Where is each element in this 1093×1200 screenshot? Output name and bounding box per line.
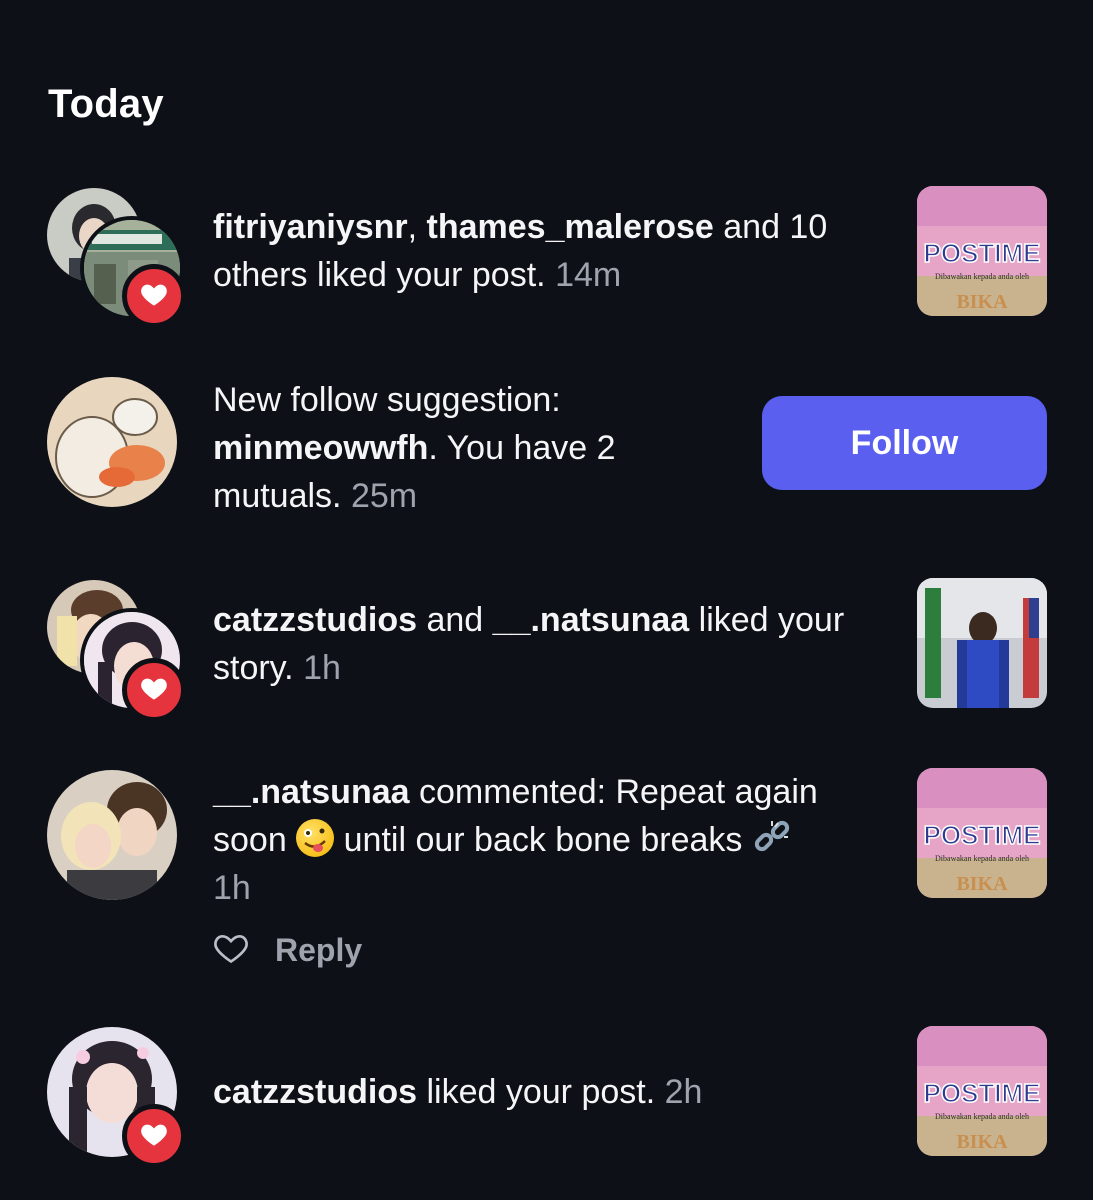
- username[interactable]: fitriyaniysnr: [213, 208, 408, 246]
- thumbnail-footer: BIKA: [956, 291, 1008, 313]
- follow-button[interactable]: Follow: [762, 396, 1047, 490]
- thumbnail-headline: POSTIME: [923, 820, 1040, 850]
- message-text: until our back bone breaks: [334, 821, 752, 859]
- section-title-today: Today: [48, 82, 164, 126]
- zany-face-emoji: [296, 819, 335, 857]
- heart-badge: [122, 264, 186, 328]
- thumbnail-footer: BIKA: [956, 873, 1008, 895]
- message-text: liked your post.: [417, 1073, 656, 1111]
- timestamp: 25m: [350, 477, 418, 515]
- avatar[interactable]: [47, 770, 177, 900]
- post-thumbnail[interactable]: POSTIME Dibawakan kepada anda oleh BIKA: [917, 186, 1047, 316]
- username[interactable]: catzzstudios: [213, 1073, 417, 1111]
- timestamp: 14m: [555, 256, 622, 294]
- thumbnail-headline: POSTIME: [923, 1078, 1040, 1108]
- message-text: and: [417, 601, 493, 639]
- comment-actions: Reply: [213, 922, 362, 978]
- notification-text: catzzstudios liked your post. 2h: [213, 1068, 893, 1116]
- heart-icon: [140, 675, 168, 706]
- heart-icon: [140, 1121, 168, 1152]
- notification-text: New follow suggestion: minmeowwfh. You h…: [213, 376, 693, 520]
- story-thumbnail[interactable]: [917, 578, 1047, 708]
- notification-text: fitriyaniysnr, thames_malerose and 10 ot…: [213, 203, 893, 299]
- post-thumbnail[interactable]: POSTIME Dibawakan kepada anda oleh BIKA: [917, 1026, 1047, 1156]
- heart-badge: [122, 658, 186, 722]
- username[interactable]: catzzstudios: [213, 601, 417, 639]
- thumbnail-footer: BIKA: [956, 1131, 1008, 1153]
- timestamp: 1h: [303, 649, 341, 687]
- notification-row[interactable]: catzzstudios and __.natsunaa liked your …: [0, 578, 1093, 722]
- message-text: New follow suggestion:: [213, 381, 561, 419]
- timestamp: 1h: [213, 869, 251, 907]
- thumbnail-subline: Dibawakan kepada anda oleh: [935, 272, 1029, 281]
- thumbnail-subline: Dibawakan kepada anda oleh: [935, 854, 1029, 863]
- heart-badge: [122, 1104, 186, 1168]
- post-thumbnail[interactable]: POSTIME Dibawakan kepada anda oleh BIKA: [917, 768, 1047, 898]
- separator-text: ,: [407, 208, 427, 246]
- username[interactable]: thames_malerose: [427, 208, 714, 246]
- thumbnail-headline: POSTIME: [923, 238, 1040, 268]
- broken-chain-emoji: [752, 817, 792, 857]
- heart-icon: [140, 281, 168, 312]
- notification-text: __.natsunaa commented: Repeat again soon…: [213, 768, 893, 912]
- username[interactable]: __.natsunaa: [213, 773, 410, 811]
- notification-row[interactable]: fitriyaniysnr, thames_malerose and 10 ot…: [0, 186, 1093, 328]
- avatar[interactable]: [47, 377, 177, 507]
- username[interactable]: __.natsunaa: [493, 601, 690, 639]
- reply-button[interactable]: Reply: [275, 932, 362, 969]
- username[interactable]: minmeowwfh: [213, 429, 428, 467]
- notification-row[interactable]: __.natsunaa commented: Repeat again soon…: [0, 768, 1093, 988]
- notification-row[interactable]: catzzstudios liked your post. 2h POSTIME…: [0, 1026, 1093, 1168]
- timestamp: 2h: [664, 1073, 703, 1111]
- notification-text: catzzstudios and __.natsunaa liked your …: [213, 596, 873, 692]
- thumbnail-subline: Dibawakan kepada anda oleh: [935, 1112, 1029, 1121]
- like-heart-icon[interactable]: [213, 931, 249, 970]
